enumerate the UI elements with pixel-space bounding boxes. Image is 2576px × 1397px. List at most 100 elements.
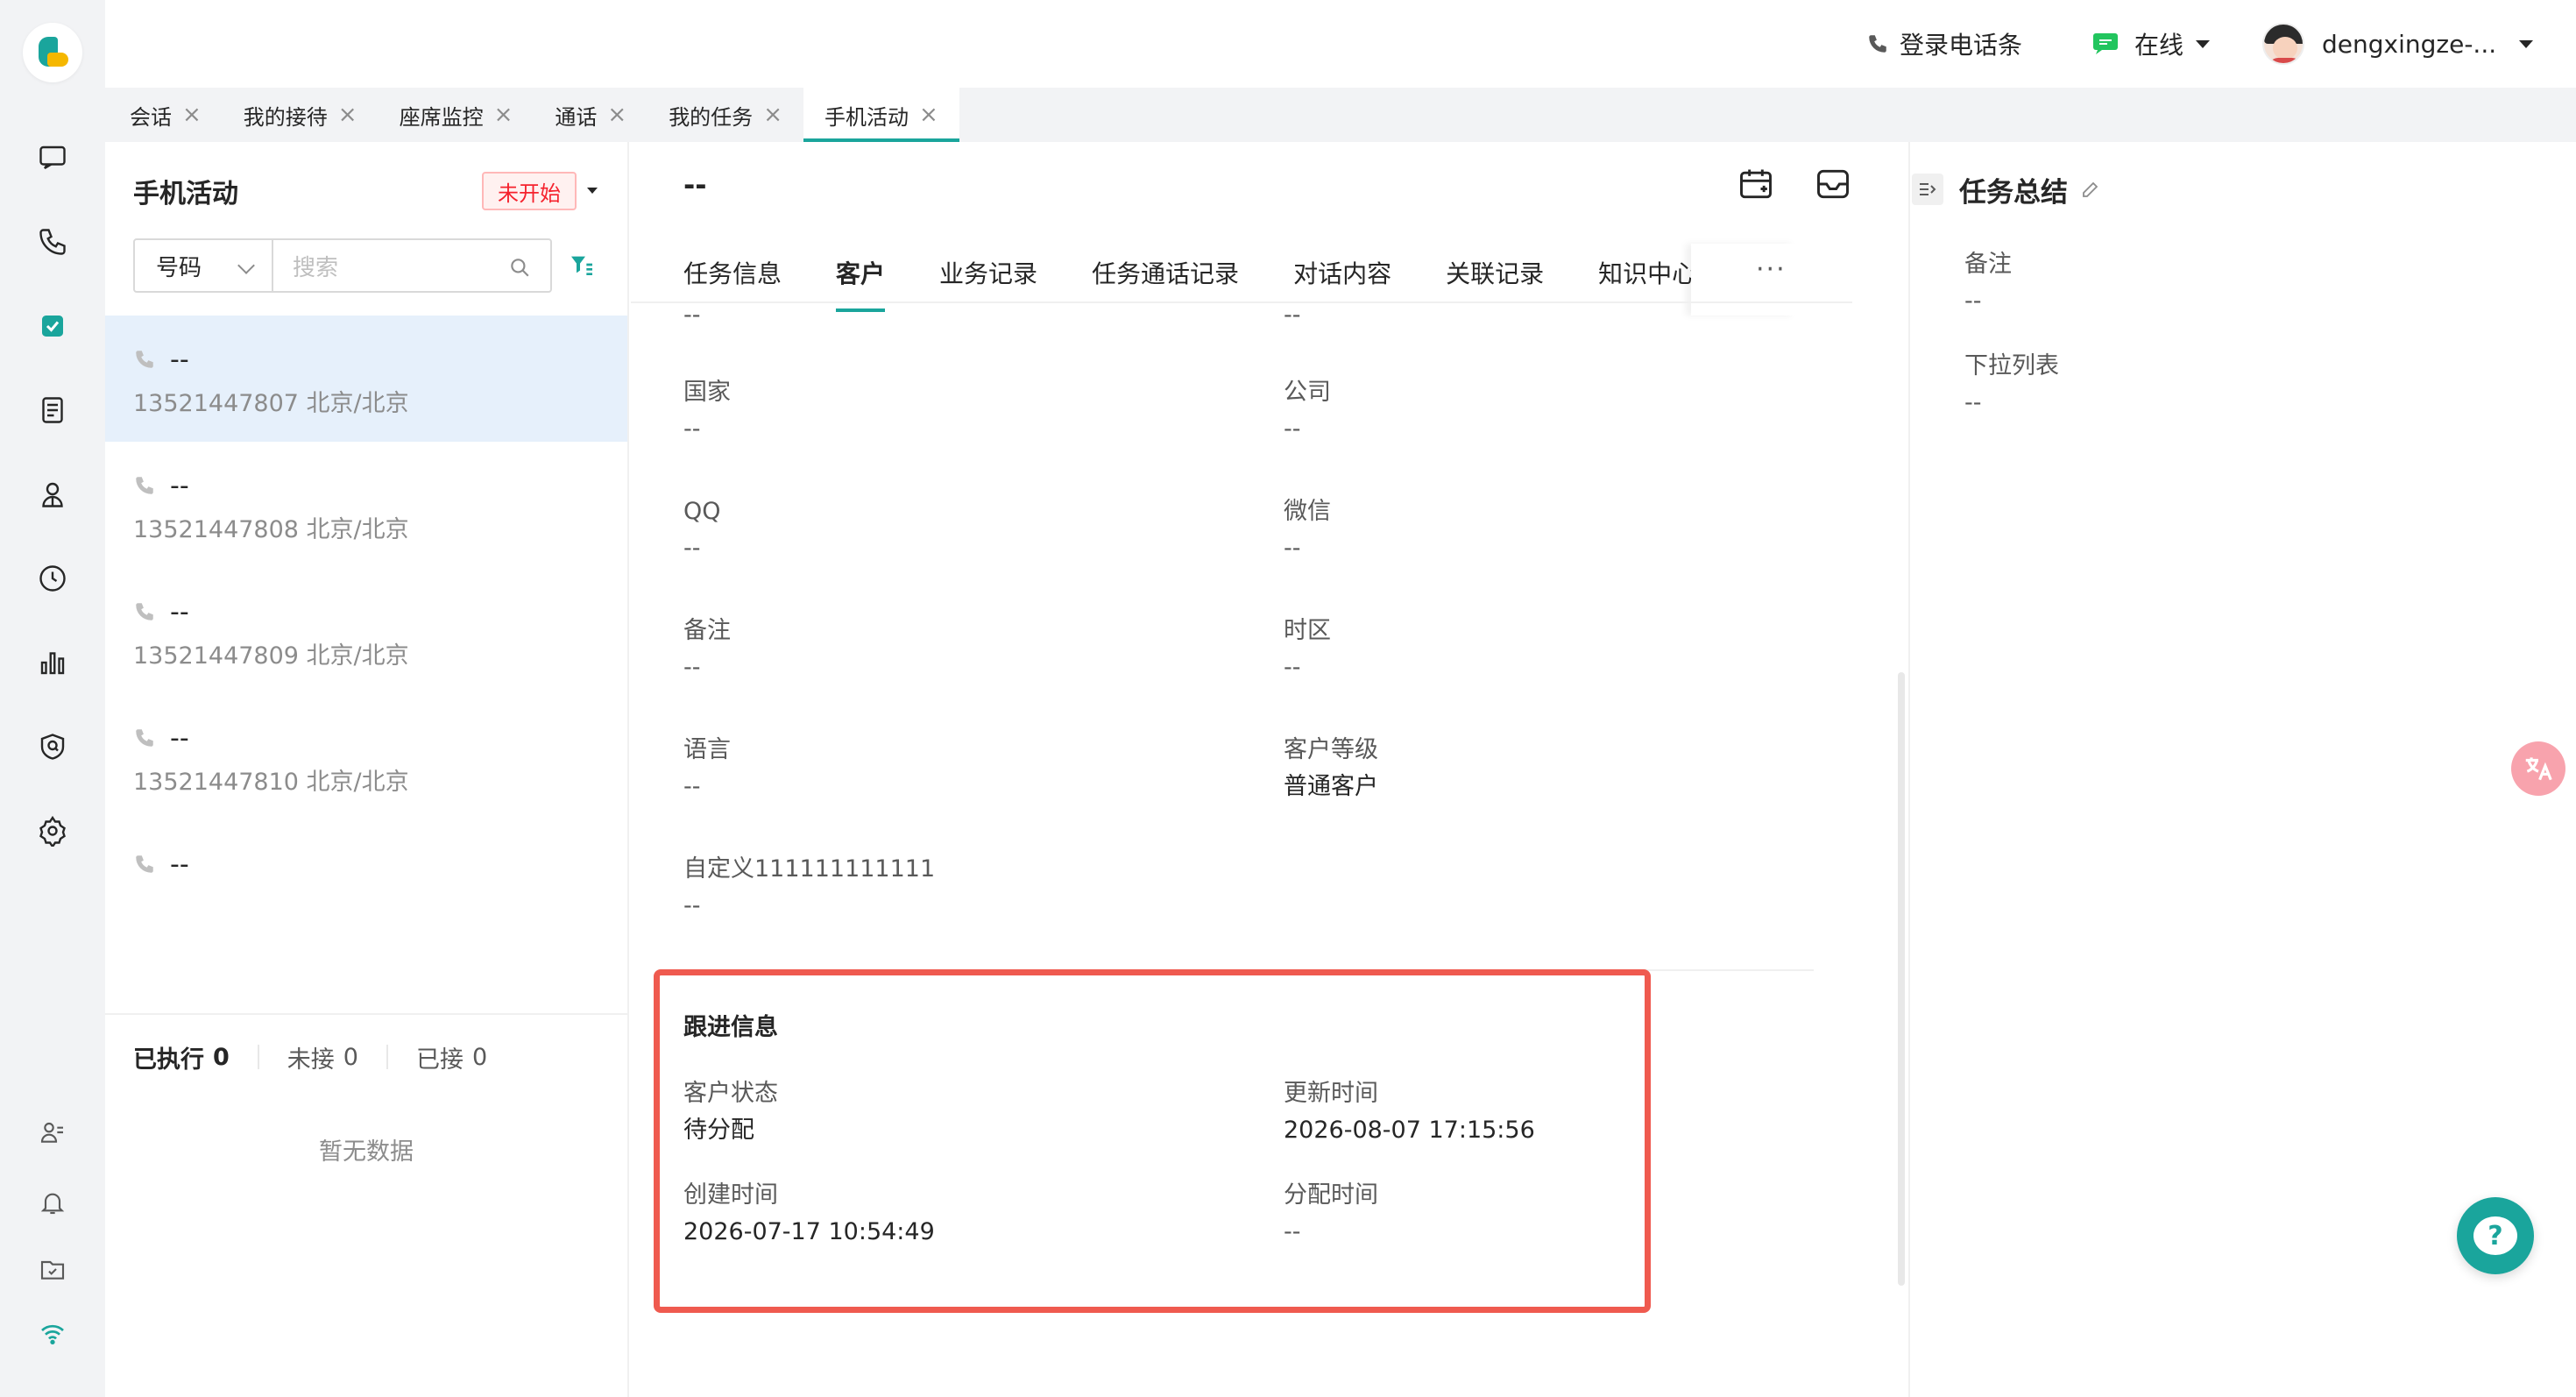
tab-label: 通话 [555,104,598,130]
user-menu[interactable]: dengxingze-... [2262,21,2534,67]
close-icon[interactable]: × [763,103,782,126]
subtab-knowledge-center[interactable]: 知识中心 [1598,244,1696,316]
subtab-dialog-content[interactable]: 对话内容 [1293,244,1391,316]
task-icon[interactable] [25,298,81,354]
tab-conversation[interactable]: 会话 × [109,88,223,142]
activity-list: -- 13521447807 北京/北京 -- 13521447808 北京/北… [105,316,627,1013]
tab-my-reception[interactable]: 我的接待 × [223,88,379,142]
close-icon[interactable]: × [338,103,357,126]
contact-number: 13521447808 北京/北京 [133,516,409,543]
tab-my-tasks[interactable]: 我的任务 × [648,88,803,142]
followup-section-title: 跟进信息 [683,1014,778,1041]
field-customer-level: 客户等级 普通客户 [1284,733,1378,806]
search-input[interactable]: 搜索 [273,240,550,291]
agent-icon[interactable] [25,1104,81,1160]
field-qq: QQ -- [683,494,721,568]
field-wechat: 微信 -- [1284,494,1331,568]
online-status-icon [2093,33,2118,54]
filter-icon[interactable] [568,251,596,279]
tab-agent-monitor[interactable]: 座席监控 × [379,88,534,142]
subtab-business-records[interactable]: 业务记录 [939,244,1037,316]
more-tabs-button[interactable]: ··· [1756,254,1787,285]
phone-login-button[interactable]: 登录电话条 [1866,25,2022,63]
stat-label: 已接 [415,1046,464,1074]
bell-icon[interactable] [25,1174,81,1230]
field-value: 普通客户 [1284,773,1378,800]
divider [631,301,1852,303]
history-icon[interactable] [25,550,81,606]
field-label: 备注 [683,617,731,644]
field-label: 语言 [683,736,731,763]
contacts-icon[interactable] [25,466,81,522]
close-icon[interactable]: × [919,103,938,126]
field-update-time: 更新时间 2026-08-07 17:15:56 [1284,1076,1535,1150]
list-item[interactable]: -- 13521447807 北京/北京 [105,316,627,442]
scrollbar[interactable] [1898,672,1905,1286]
tab-label: 我的任务 [669,104,754,130]
wifi-icon[interactable] [25,1306,81,1362]
inbox-icon[interactable] [25,1241,81,1297]
field-company: 公司 -- [1284,375,1331,449]
chat-icon[interactable] [25,130,81,186]
close-icon[interactable]: × [607,103,626,126]
search-type-select[interactable]: 号码 [135,240,273,291]
monitor-icon[interactable] [25,719,81,775]
calendar-add-icon[interactable] [1737,165,1775,203]
field-value: -- [683,301,701,329]
stat-missed[interactable]: 未接 0 [287,1040,358,1074]
phone-icon[interactable] [25,214,81,270]
contact-name: -- [170,848,189,880]
field-label: 国家 [683,379,731,406]
list-item[interactable]: -- 13521447810 北京/北京 [105,694,627,820]
list-item[interactable]: -- 13521447808 北京/北京 [105,442,627,568]
phone-icon [136,351,153,368]
detail-subtabs: 任务信息 客户 业务记录 任务通话记录 对话内容 关联记录 知识中心 [683,244,1751,316]
help-button[interactable]: ? [2457,1197,2534,1274]
caret-down-icon[interactable] [587,188,598,194]
stat-answered[interactable]: 已接 0 [416,1040,487,1074]
summary-header: 任务总结 [1912,168,2101,210]
field-value: -- [683,773,701,800]
list-item[interactable]: -- 13521447809 北京/北京 [105,568,627,694]
field-custom: 自定义111111111111 -- [683,852,935,925]
document-icon[interactable] [25,382,81,438]
mail-icon[interactable] [1814,165,1852,203]
subtab-customer[interactable]: 客户 [836,244,886,316]
phone-login-label: 登录电话条 [1900,31,2023,60]
list-item[interactable]: -- [105,820,627,947]
field-assign-time: 分配时间 -- [1284,1178,1378,1252]
close-icon[interactable]: × [494,103,513,126]
subtab-related-records[interactable]: 关联记录 [1446,244,1544,316]
caret-down-icon [2519,39,2534,48]
subtab-task-call-records[interactable]: 任务通话记录 [1092,244,1239,316]
field-label: 自定义111111111111 [683,855,936,883]
contact-name: -- [170,470,189,501]
close-icon[interactable]: × [182,103,202,126]
field-value: 待分配 [683,1117,754,1144]
search-icon[interactable] [508,256,531,279]
stat-executed[interactable]: 已执行 0 [133,1040,230,1074]
search-box: 号码 搜索 [133,238,552,293]
phone-icon [136,477,153,494]
app-logo [23,23,82,82]
status-dropdown[interactable]: 在线 [2092,25,2211,63]
tab-calls[interactable]: 通话 × [534,88,648,142]
tab-label: 手机活动 [824,104,909,130]
contact-name: -- [170,596,189,628]
field-customer-status: 客户状态 待分配 [683,1076,778,1150]
stat-label: 未接 [287,1046,335,1074]
contact-number: 13521447807 北京/北京 [133,390,409,417]
field-value: -- [1284,535,1301,562]
field-value: 2026-08-07 17:15:56 [1284,1117,1535,1144]
settings-icon[interactable] [25,803,81,859]
stats-icon[interactable] [25,635,81,691]
username: dengxingze-... [2322,29,2497,59]
collapse-panel-icon[interactable] [1912,174,1943,205]
translate-button[interactable] [2511,741,2565,796]
status-badge[interactable]: 未开始 [482,172,577,210]
field-label: 更新时间 [1284,1080,1378,1107]
field-label: 创建时间 [683,1181,778,1209]
edit-icon[interactable] [2080,179,2101,200]
tab-mobile-activity[interactable]: 手机活动 × [803,88,959,142]
stat-value: 0 [213,1043,230,1071]
